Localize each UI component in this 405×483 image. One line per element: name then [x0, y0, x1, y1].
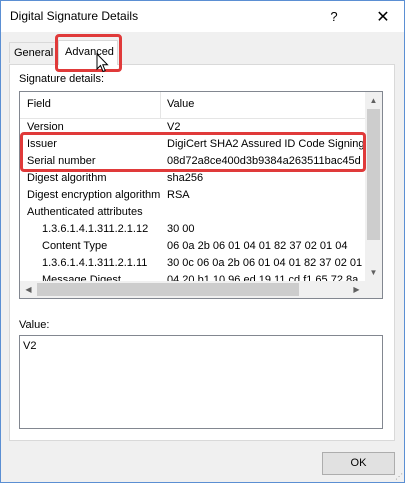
value-cell: 08d72a8ce400d3b9384a263511bac45d	[167, 155, 361, 167]
value-cell: 30 0c 06 0a 2b 06 01 04 01 82 37 02 01 .…	[167, 257, 363, 269]
field-cell: Content Type	[42, 240, 108, 252]
value-cell: sha256	[167, 172, 204, 184]
field-cell: Digest encryption algorithm	[27, 189, 161, 201]
column-header-field[interactable]: Field	[27, 98, 51, 110]
tab-general[interactable]: General	[9, 42, 57, 63]
list-item-content-type[interactable]: Content Type 06 0a 2b 06 01 04 01 82 37 …	[20, 238, 366, 255]
scroll-up-arrow-icon[interactable]: ▲	[365, 92, 382, 109]
horizontal-scrollbar[interactable]: ◀ ▶	[20, 281, 365, 298]
scroll-left-arrow-icon[interactable]: ◀	[20, 281, 37, 298]
field-cell: Digest algorithm	[27, 172, 107, 184]
list-item-issuer[interactable]: Issuer DigiCert SHA2 Assured ID Code Sig…	[20, 136, 366, 153]
scroll-down-arrow-icon[interactable]: ▼	[365, 264, 382, 281]
mouse-cursor-icon	[96, 52, 110, 76]
column-header-value[interactable]: Value	[167, 98, 194, 110]
field-cell: Serial number	[27, 155, 96, 167]
list-item-authenticated-attributes[interactable]: Authenticated attributes	[20, 204, 366, 221]
scrollbar-corner	[365, 281, 382, 298]
field-cell: Authenticated attributes	[27, 206, 143, 218]
signature-details-label: Signature details:	[19, 73, 104, 85]
help-button[interactable]: ?	[319, 1, 349, 32]
signature-details-list[interactable]: Field Value Version V2 Issuer DigiCert S…	[19, 91, 383, 299]
list-item-attribute-spc-statement[interactable]: 1.3.6.1.4.1.311.2.1.12 30 00	[20, 221, 366, 238]
field-cell: Version	[27, 121, 64, 133]
value-label: Value:	[19, 319, 50, 331]
list-item-digest-encryption-algorithm[interactable]: Digest encryption algorithm RSA	[20, 187, 366, 204]
column-divider[interactable]	[160, 92, 161, 118]
list-item-serial-number[interactable]: Serial number 08d72a8ce400d3b9384a263511…	[20, 153, 366, 170]
window-title: Digital Signature Details	[10, 9, 139, 23]
field-cell: 1.3.6.1.4.1.311.2.1.12	[42, 223, 149, 235]
value-cell: RSA	[167, 189, 190, 201]
title-bar: Digital Signature Details ? ✕	[1, 1, 404, 32]
resize-grip-icon[interactable]: ⋰	[395, 472, 403, 481]
value-cell: 06 0a 2b 06 01 04 01 82 37 02 01 04	[167, 240, 348, 252]
vertical-scroll-thumb[interactable]	[367, 109, 380, 240]
list-item-digest-algorithm[interactable]: Digest algorithm sha256	[20, 170, 366, 187]
ok-button[interactable]: OK	[322, 452, 395, 475]
list-item-attribute-statement-type[interactable]: 1.3.6.1.4.1.311.2.1.11 30 0c 06 0a 2b 06…	[20, 255, 366, 272]
close-button[interactable]: ✕	[362, 1, 404, 32]
list-header: Field Value	[20, 92, 366, 119]
list-item-version[interactable]: Version V2	[20, 119, 366, 136]
field-cell: Issuer	[27, 138, 57, 150]
value-cell: 30 00	[167, 223, 195, 235]
list-rows: Version V2 Issuer DigiCert SHA2 Assured …	[20, 119, 366, 289]
field-cell: 1.3.6.1.4.1.311.2.1.11	[42, 257, 148, 269]
scroll-right-arrow-icon[interactable]: ▶	[348, 281, 365, 298]
value-textbox[interactable]: V2	[19, 335, 383, 429]
value-cell: DigiCert SHA2 Assured ID Code Signing ..…	[167, 138, 363, 150]
horizontal-scroll-thumb[interactable]	[37, 283, 299, 296]
vertical-scrollbar[interactable]: ▲ ▼	[365, 92, 382, 281]
value-cell: V2	[167, 121, 181, 133]
